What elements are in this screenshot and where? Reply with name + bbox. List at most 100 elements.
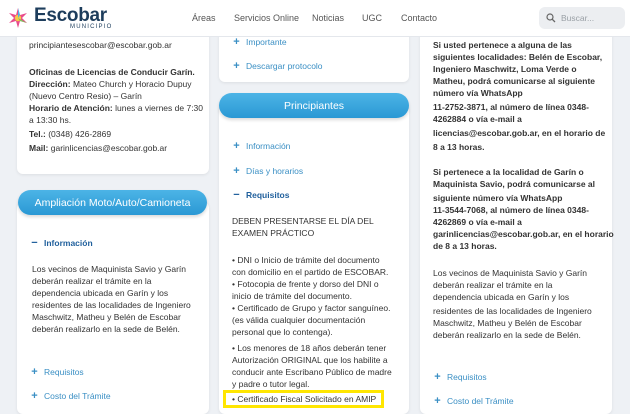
nav-noticias[interactable]: Noticias	[312, 13, 344, 23]
nav-servicios-online[interactable]: Servicios Online	[234, 13, 299, 23]
phone-number[interactable]: (0348) 426-2869	[46, 129, 111, 139]
requisito-line: (es válida cualquier documentación	[232, 315, 366, 325]
plus-icon: +	[233, 59, 240, 72]
site-header: Escobar MUNICIPIO Áreas Servicios Online…	[0, 0, 630, 37]
plus-icon: +	[233, 139, 240, 152]
right-para2-line: garinlicencias@escobar.gob.ar, en el hor…	[433, 229, 614, 239]
requisitos-heading: EXAMEN PRÁCTICO	[232, 228, 315, 238]
ampliacion-info-line: dependencia ubicada en Garín y los	[32, 288, 169, 298]
right-para3-line: Maschwitz, Matheu y Belén de Escobar	[433, 318, 582, 328]
principiantes-title-pill: Principiantes	[219, 93, 409, 118]
principiantes-informacion-toggle[interactable]: + Información	[232, 139, 291, 152]
requisito-line: con domicilio en el partido de ESCOBAR.	[232, 267, 389, 277]
hours-label: Horario de Atención:	[29, 103, 113, 113]
ampliacion-informacion-toggle[interactable]: − Información	[30, 236, 93, 249]
address-label: Dirección:	[29, 79, 71, 89]
requisito-line: • DNI o Inicio de trámite del documento	[232, 255, 380, 265]
requisito-line: • Los menores de 18 años deberán tener	[232, 343, 387, 353]
requisito-line: Autorización ORIGINAL que los habilite a	[232, 355, 388, 365]
office-title: Oficinas de Licencias de Conducir Garín.	[29, 67, 195, 77]
right-para2-line: Si pertenece a la localidad de Garín o	[433, 167, 584, 177]
mail-address[interactable]: garinlicencias@escobar.gob.ar	[48, 143, 167, 153]
right-costo-label: Costo del Trámite	[447, 396, 514, 406]
office-hours: Horario de Atención: lunes a viernes de …	[29, 103, 203, 114]
ampliacion-title-pill: Ampliación Moto/Auto/Camioneta	[18, 190, 207, 215]
right-requisitos-label: Requisitos	[447, 372, 487, 382]
principiantes-requisitos-label: Requisitos	[246, 190, 290, 200]
requisito-line: • Fotocopia de frente y dorso del DNI o	[232, 279, 379, 289]
logo-icon	[9, 8, 27, 28]
logo-subtitle: MUNICIPIO	[70, 24, 113, 30]
nav-areas[interactable]: Áreas	[192, 13, 216, 23]
principiantes-email[interactable]: principiantesescobar@escobar.gob.ar	[29, 40, 172, 51]
importante-toggle[interactable]: + Importante	[232, 35, 287, 48]
plus-icon: +	[31, 389, 38, 402]
office-mail: Mail: garinlicencias@escobar.gob.ar	[29, 143, 167, 154]
ampliacion-requisitos-label: Requisitos	[44, 367, 84, 377]
importante-label: Importante	[246, 37, 287, 47]
site-logo[interactable]: Escobar MUNICIPIO	[6, 6, 112, 30]
principiantes-dias-toggle[interactable]: + Días y horarios	[232, 164, 304, 177]
logo-name: Escobar	[34, 5, 107, 26]
search-box[interactable]	[539, 7, 625, 29]
ampliacion-info-line: residentes de las localidades de Ingenie…	[32, 300, 191, 310]
right-para1-line: 4262884 o vía e-mail a	[433, 114, 522, 124]
right-para1-line: licencias@escobar.gob.ar, en el horario …	[433, 128, 606, 138]
ampliacion-requisitos-toggle[interactable]: + Requisitos	[30, 365, 84, 378]
ampliacion-info-line: deberán realizarlo en la sede de Belén.	[32, 324, 180, 334]
right-para1-line: Matheu, podrá comunicarse al siguiente	[433, 76, 596, 86]
ampliacion-info-line: Maschwitz, Matheu y Belén de Escobar	[32, 312, 181, 322]
mail-label: Mail:	[29, 143, 49, 153]
plus-icon: +	[233, 35, 240, 48]
right-costo-toggle[interactable]: + Costo del Trámite	[433, 394, 514, 407]
office-address: Dirección: Mateo Church y Horacio Dupuy	[29, 79, 192, 90]
right-para2-line: Maquinista Savio, podrá comunicarse al	[433, 179, 596, 189]
ampliacion-info-line: Los vecinos de Maquinista Savio y Garín	[32, 264, 187, 274]
ampliacion-costo-label: Costo del Trámite	[44, 391, 111, 401]
right-para3-line: deberán realizar el trámite en la	[433, 280, 553, 290]
descargar-protocolo-toggle[interactable]: + Descargar protocolo	[232, 59, 323, 72]
plus-icon: +	[434, 394, 441, 407]
hours-line-1: lunes a viernes de 7:30	[112, 103, 204, 113]
right-para1-line: 8 a 13 horas.	[433, 142, 485, 152]
address-line-2: (Nuevo Centro Resio) – Garín	[29, 91, 142, 101]
requisitos-heading: DEBEN PRESENTARSE EL DÍA DEL	[232, 216, 374, 226]
minus-icon: −	[233, 188, 240, 201]
requisito-line: inicio de trámite del documento.	[232, 291, 353, 301]
address-line-1: Mateo Church y Horacio Dupuy	[70, 79, 192, 89]
search-icon	[546, 13, 556, 23]
right-para2-line: 11-3544-7068, al número de línea 0348-	[433, 205, 589, 215]
ampliacion-costo-toggle[interactable]: + Costo del Trámite	[30, 389, 111, 402]
phone-label: Tel.:	[29, 129, 46, 139]
right-requisitos-toggle[interactable]: + Requisitos	[433, 371, 487, 382]
requisito-line: personal que lo contenga).	[232, 327, 333, 337]
principiantes-requisitos-toggle[interactable]: − Requisitos	[232, 188, 290, 201]
principiantes-dias-label: Días y horarios	[246, 166, 304, 176]
principiantes-informacion-label: Información	[246, 141, 291, 151]
requisito-line: conducir ante Escribano Público de madre	[232, 367, 392, 377]
right-para2-line: de 8 a 13 horas.	[433, 241, 497, 251]
right-para2-line: siguiente número vía WhatsApp	[433, 193, 563, 203]
requisito-line: • Certificado de Grupo y factor sanguíne…	[232, 303, 391, 313]
right-para3-line: Los vecinos de Maquinista Savio y Garín	[433, 268, 588, 278]
right-para3-line: deberán realizarlo en la sede de Belén.	[433, 330, 581, 340]
ampliacion-info-line: deberán realizar el trámite en la	[32, 276, 152, 286]
right-para1-line: Si usted pertenece a alguna de las	[433, 40, 572, 50]
right-para1-line: número vía WhatsApp	[433, 88, 523, 98]
office-phone: Tel.: (0348) 426-2869	[29, 129, 111, 140]
right-para2-line: 4262869 o vía e-mail a	[433, 217, 522, 227]
plus-icon: +	[31, 365, 38, 378]
nav-ugc[interactable]: UGC	[362, 13, 382, 23]
search-input[interactable]	[561, 13, 621, 23]
nav-contacto[interactable]: Contacto	[401, 13, 437, 23]
ampliacion-informacion-label: Información	[44, 238, 93, 248]
hours-line-2: a 13:30 hs.	[29, 115, 72, 125]
descargar-protocolo-label: Descargar protocolo	[246, 61, 323, 71]
right-para1-line: 11-2752-3871, al número de línea 0348-	[433, 102, 589, 112]
plus-icon: +	[233, 164, 240, 177]
right-para1-line: siguientes localidades: Belén de Escobar…	[433, 52, 603, 62]
right-para3-line: dependencia ubicada en Garín y los	[433, 292, 570, 302]
right-para1-line: Ingeniero Maschwitz, Loma Verde o	[433, 64, 577, 74]
yellow-highlight-box	[223, 390, 384, 408]
minus-icon: −	[31, 236, 38, 249]
